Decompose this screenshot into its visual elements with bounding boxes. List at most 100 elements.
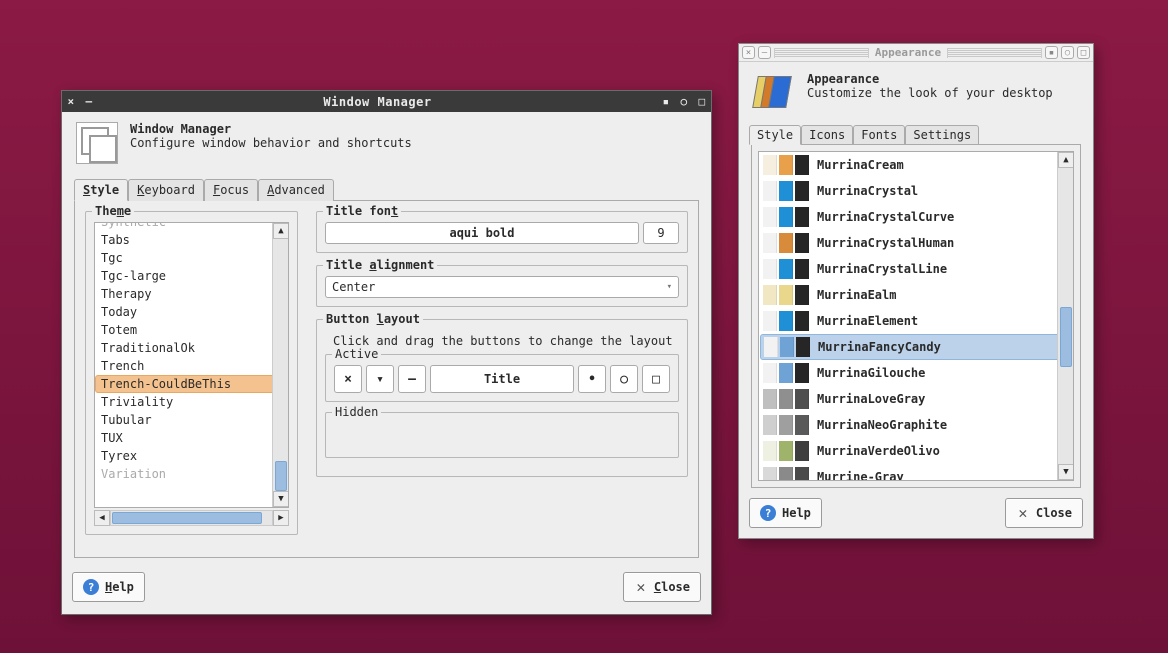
style-scrollbar[interactable]: ▲ ▼ bbox=[1057, 152, 1073, 480]
ap-tab-icons[interactable]: Icons bbox=[801, 125, 853, 145]
scroll-up-icon[interactable]: ▲ bbox=[273, 223, 289, 239]
wm-shade-icon[interactable]: ▪ bbox=[660, 96, 672, 108]
close-icon: ✕ bbox=[634, 578, 648, 596]
help-icon: ? bbox=[760, 505, 776, 521]
title-font-fieldset: Title font aqui bold 9 bbox=[316, 211, 688, 253]
title-font-size[interactable]: 9 bbox=[643, 222, 679, 244]
style-row[interactable]: MurrinaCrystalCurve bbox=[759, 204, 1073, 230]
tab-style[interactable]: Style bbox=[74, 179, 128, 201]
theme-item[interactable]: Tabs bbox=[95, 231, 288, 249]
scroll-down-icon[interactable]: ▼ bbox=[273, 491, 289, 507]
style-row[interactable]: MurrinaElement bbox=[759, 308, 1073, 334]
style-row[interactable]: MurrinaCream bbox=[759, 152, 1073, 178]
help-button[interactable]: ? Help bbox=[72, 572, 145, 602]
title-font-button[interactable]: aqui bold bbox=[325, 222, 639, 244]
wm-minimize-icon[interactable]: – bbox=[83, 96, 95, 108]
hscroll-track[interactable] bbox=[110, 510, 273, 526]
layout-title[interactable]: Title bbox=[430, 365, 574, 393]
theme-item[interactable]: Trench-CouldBeThis bbox=[95, 375, 288, 393]
style-row[interactable]: Murrine-Gray bbox=[759, 464, 1073, 481]
wm-close-icon[interactable]: × bbox=[65, 96, 77, 108]
ap-tab-fonts[interactable]: Fonts bbox=[853, 125, 905, 145]
theme-item[interactable]: Synthetic bbox=[95, 222, 288, 231]
layout-stick-icon[interactable]: • bbox=[578, 365, 606, 393]
theme-item[interactable]: Triviality bbox=[95, 393, 288, 411]
style-row[interactable]: MurrinaVerdeOlivo bbox=[759, 438, 1073, 464]
theme-scrollbar[interactable]: ▲ ▼ bbox=[272, 223, 288, 507]
swatch bbox=[763, 233, 777, 253]
ap-help-label: Help bbox=[782, 506, 811, 520]
theme-item[interactable]: TUX bbox=[95, 429, 288, 447]
theme-item[interactable]: Trench bbox=[95, 357, 288, 375]
tab-advanced[interactable]: Advanced bbox=[258, 179, 334, 201]
style-name: MurrinaEalm bbox=[817, 288, 896, 302]
style-name: MurrinaCrystalLine bbox=[817, 262, 947, 276]
ap-tab-style[interactable]: Style bbox=[749, 125, 801, 145]
swatch bbox=[795, 259, 809, 279]
hscroll-thumb[interactable] bbox=[112, 512, 262, 524]
ap-titlebar[interactable]: × – Appearance ▪ ○ □ bbox=[739, 44, 1093, 62]
theme-item[interactable]: TraditionalOk bbox=[95, 339, 288, 357]
swatch bbox=[779, 363, 793, 383]
title-alignment-combo[interactable]: Center ▾ bbox=[325, 276, 679, 298]
theme-hscroll[interactable]: ◀ ▶ bbox=[94, 510, 289, 526]
swatch bbox=[763, 285, 777, 305]
theme-item[interactable]: Tgc-large bbox=[95, 267, 288, 285]
style-row[interactable]: MurrinaCrystalLine bbox=[759, 256, 1073, 282]
layout-shade-icon[interactable]: ▾ bbox=[366, 365, 394, 393]
active-legend: Active bbox=[332, 347, 381, 361]
theme-item[interactable]: Therapy bbox=[95, 285, 288, 303]
ap-close-icon[interactable]: × bbox=[742, 46, 755, 59]
theme-item[interactable]: Totem bbox=[95, 321, 288, 339]
style-row[interactable]: MurrinaGilouche bbox=[759, 360, 1073, 386]
theme-item[interactable]: Tgc bbox=[95, 249, 288, 267]
swatch bbox=[779, 441, 793, 461]
close-button[interactable]: ✕ Close bbox=[623, 572, 701, 602]
layout-close-icon[interactable]: × bbox=[334, 365, 362, 393]
button-layout-legend: Button layout bbox=[323, 312, 423, 326]
layout-ontop-icon[interactable]: ○ bbox=[610, 365, 638, 393]
tab-advanced-label: dvanced bbox=[274, 183, 325, 197]
style-row[interactable]: MurrinaNeoGraphite bbox=[759, 412, 1073, 438]
style-name: Murrine-Gray bbox=[817, 470, 904, 481]
style-name: MurrinaCrystal bbox=[817, 184, 918, 198]
theme-item[interactable]: Variation bbox=[95, 465, 288, 483]
theme-item[interactable]: Today bbox=[95, 303, 288, 321]
ap-header-icon bbox=[753, 72, 795, 114]
ap-close-button[interactable]: ✕ Close bbox=[1005, 498, 1083, 528]
tab-focus[interactable]: Focus bbox=[204, 179, 258, 201]
style-scroll-down-icon[interactable]: ▼ bbox=[1058, 464, 1074, 480]
wm-tabs: Style Keyboard Focus Advanced bbox=[74, 178, 699, 201]
style-list[interactable]: MurrinaCream MurrinaCrystal MurrinaCrystal… bbox=[758, 151, 1074, 481]
ap-maximize-icon[interactable]: □ bbox=[1077, 46, 1090, 59]
swatch bbox=[795, 467, 809, 481]
swatch bbox=[779, 415, 793, 435]
style-row[interactable]: MurrinaCrystalHuman bbox=[759, 230, 1073, 256]
layout-minimize-icon[interactable]: – bbox=[398, 365, 426, 393]
wm-restore-icon[interactable]: □ bbox=[696, 96, 708, 108]
style-row[interactable]: MurrinaFancyCandy bbox=[760, 334, 1072, 360]
hscroll-left-icon[interactable]: ◀ bbox=[94, 510, 110, 526]
theme-list[interactable]: SyntheticTabsTgcTgc-largeTherapyTodayTot… bbox=[94, 222, 289, 508]
style-row[interactable]: MurrinaEalm bbox=[759, 282, 1073, 308]
ap-ontop-icon[interactable]: ○ bbox=[1061, 46, 1074, 59]
layout-maximize-icon[interactable]: □ bbox=[642, 365, 670, 393]
ap-help-button[interactable]: ? Help bbox=[749, 498, 822, 528]
theme-item[interactable]: Tyrex bbox=[95, 447, 288, 465]
style-scroll-thumb[interactable] bbox=[1060, 307, 1072, 367]
style-row[interactable]: MurrinaLoveGray bbox=[759, 386, 1073, 412]
style-scroll-up-icon[interactable]: ▲ bbox=[1058, 152, 1074, 168]
scroll-thumb[interactable] bbox=[275, 461, 287, 491]
tab-keyboard[interactable]: Keyboard bbox=[128, 179, 204, 201]
ap-minimize-icon[interactable]: – bbox=[758, 46, 771, 59]
hidden-fieldset[interactable]: Hidden bbox=[325, 412, 679, 458]
ap-tab-settings[interactable]: Settings bbox=[905, 125, 979, 145]
swatch bbox=[779, 467, 793, 481]
ap-shade-icon[interactable]: ▪ bbox=[1045, 46, 1058, 59]
wm-maximize-icon[interactable]: ○ bbox=[678, 96, 690, 108]
ap-title: Appearance bbox=[872, 46, 944, 59]
theme-item[interactable]: Tubular bbox=[95, 411, 288, 429]
wm-titlebar[interactable]: × – Window Manager ▪ ○ □ bbox=[62, 91, 711, 112]
style-row[interactable]: MurrinaCrystal bbox=[759, 178, 1073, 204]
hscroll-right-icon[interactable]: ▶ bbox=[273, 510, 289, 526]
